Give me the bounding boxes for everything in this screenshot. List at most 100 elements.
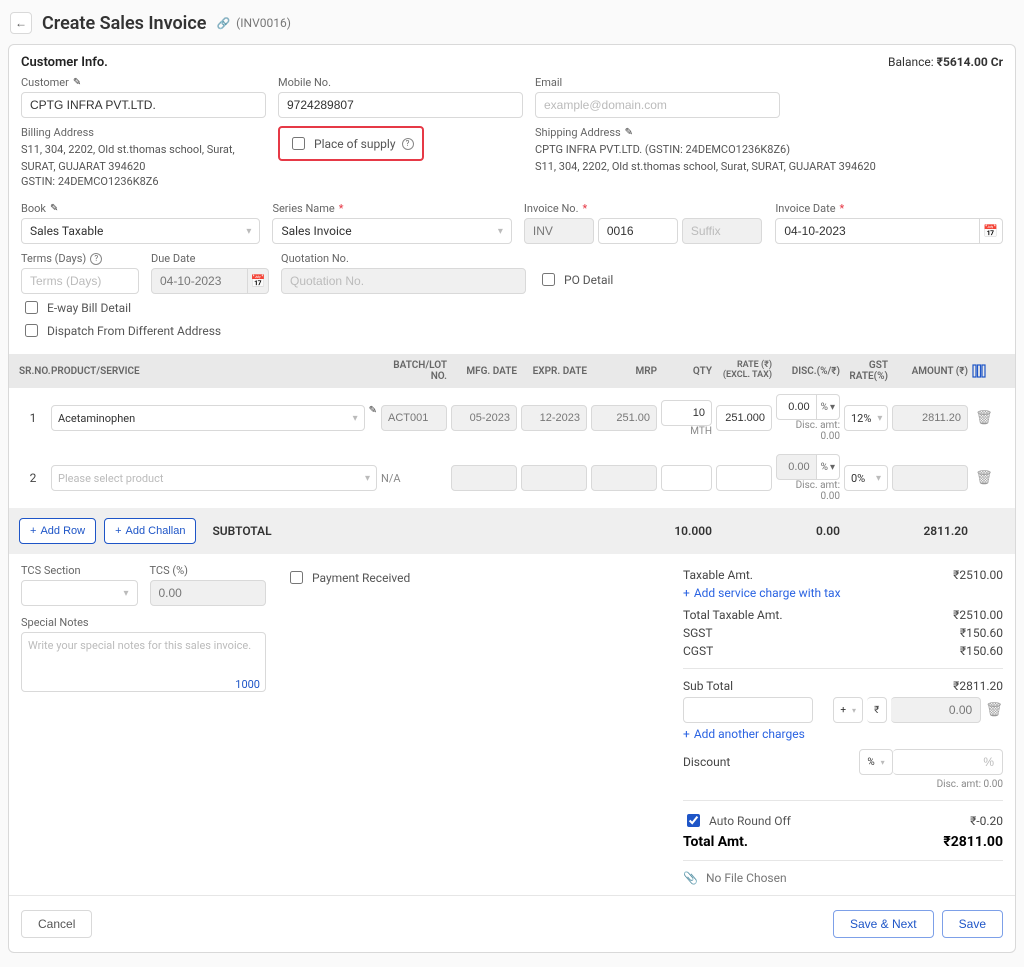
save-next-button[interactable]: Save & Next [833,910,934,938]
total-amt-label: Total Amt. [683,834,748,850]
save-button[interactable]: Save [942,910,1003,938]
product-select-1[interactable]: Acetaminophen▾ [51,405,365,431]
round-off-value: ₹-0.20 [970,814,1003,828]
rate-2[interactable] [716,465,772,491]
eway-checkbox[interactable] [25,301,38,314]
chevron-down-icon: ▾ [353,413,358,424]
disc-1[interactable] [776,394,817,420]
mfg-2 [451,465,517,491]
file-label: No File Chosen [706,871,787,885]
sr-2: 2 [17,471,49,485]
billing-gstin: 24DEMCO1236K8Z6 [58,175,159,188]
plus-icon: + [683,727,690,741]
help-icon[interactable]: ? [90,253,102,265]
billing-gstin-label: GSTIN: [21,175,55,188]
cgst-label: CGST [683,644,713,658]
col-rate: RATE (₹) (EXCL. TAX) [714,361,774,381]
edit-customer-icon[interactable]: ✎ [73,77,81,88]
col-batch: BATCH/LOT NO. [379,360,449,382]
tcs-pct-label: TCS (%) [150,564,267,577]
qty-2[interactable] [661,465,712,491]
delete-row-2[interactable]: 🗑 [970,470,998,486]
disc-unit-1[interactable]: %▾ [817,394,840,420]
customer-label: Customer [21,76,69,89]
calendar-icon[interactable]: 📅 [980,218,1003,244]
add-service-charge-link[interactable]: +Add service charge with tax [683,586,1003,600]
help-icon[interactable]: ? [402,138,414,150]
back-button[interactable]: ← [10,12,32,34]
notes-textarea[interactable] [21,632,266,692]
page-title: Create Sales Invoice [42,13,206,34]
delete-charge[interactable]: 🗑 [985,702,1003,718]
mrp-2 [591,465,657,491]
add-row-button[interactable]: +Add Row [19,518,96,544]
tcs-section-select[interactable]: ▾ [21,580,138,606]
due-date-label: Due Date [151,252,269,265]
taxable-value: ₹2510.00 [953,568,1003,582]
add-charge-link[interactable]: +Add another charges [683,727,1003,741]
add-challan-button[interactable]: +Add Challan [104,518,196,544]
qty-unit-1: MTH [661,426,712,437]
invoice-id: (INV0016) [236,16,291,30]
place-of-supply-box: Place of supply ? [278,126,424,161]
sgst-value: ₹150.60 [960,626,1003,640]
total-amt-value: ₹2811.00 [943,834,1003,850]
po-detail-checkbox[interactable] [542,273,555,286]
col-mfg: MFG. DATE [449,366,519,377]
link-icon: 🔗 [216,17,230,30]
column-settings-button[interactable] [970,364,998,378]
edit-book-icon[interactable]: ✎ [50,203,58,214]
tcs-section-label: TCS Section [21,564,138,577]
place-of-supply-checkbox[interactable] [292,137,305,150]
col-amount: AMOUNT (₹) [890,366,970,377]
edit-shipping-icon[interactable]: ✎ [625,127,633,138]
subtotal-qty: 10.000 [659,524,714,538]
attachment-icon[interactable]: 📎 [683,871,698,885]
chevron-down-icon: ▾ [830,462,835,473]
exp-2 [521,465,587,491]
discount-unit-select[interactable]: %▾ [859,749,893,775]
col-product: PRODUCT/SERVICE [49,366,379,377]
delete-row-1[interactable]: 🗑 [970,410,998,426]
extra-charge-sign[interactable]: +▾ [833,697,863,723]
extra-charge-desc[interactable] [683,697,813,723]
chevron-down-icon: ▾ [365,473,370,484]
series-select[interactable]: Sales Invoice▾ [272,218,511,244]
book-select[interactable]: Sales Taxable▾ [21,218,260,244]
product-select-2[interactable]: Please select product▾ [51,465,377,491]
chevron-down-icon: ▾ [877,413,882,424]
payment-received-checkbox[interactable] [290,571,303,584]
discount-value[interactable] [893,749,1003,775]
chevron-down-icon: ▾ [123,588,128,599]
gst-1[interactable]: 12%▾ [844,405,888,431]
discount-amt: Disc. amt: 0.00 [683,779,1003,790]
disc-amt-2: Disc. amt: 0.00 [776,480,840,502]
mobile-field[interactable] [278,92,523,118]
calendar-icon[interactable]: 📅 [248,268,269,294]
table-row: 2 Please select product▾ N/A %▾ Disc. am… [9,448,1015,508]
columns-icon [972,364,996,378]
edit-product-icon[interactable]: ✎ [369,405,377,431]
disc-unit-2[interactable]: %▾ [817,454,840,480]
round-off-checkbox[interactable] [687,814,700,827]
disc-2 [776,454,817,480]
email-label: Email [535,76,780,89]
mfg-1 [451,405,517,431]
discount-label: Discount [683,755,730,769]
invoice-no-label: Invoice No. [524,202,579,215]
terms-field[interactable] [21,268,139,294]
shipping-gstin-prefix: GSTIN: [649,143,683,156]
qty-1[interactable] [661,400,712,426]
gst-2[interactable]: 0%▾ [844,465,888,491]
invoice-num-field[interactable] [598,218,678,244]
extra-charge-value [891,697,981,723]
customer-field[interactable] [21,92,266,118]
cancel-button[interactable]: Cancel [21,910,92,938]
taxable-label: Taxable Amt. [683,568,753,582]
dispatch-checkbox[interactable] [25,324,38,337]
email-field[interactable] [535,92,780,118]
invoice-date-field[interactable] [775,218,979,244]
quotation-label: Quotation No. [281,252,526,265]
plus-icon: + [115,525,121,537]
rate-1[interactable] [716,405,772,431]
